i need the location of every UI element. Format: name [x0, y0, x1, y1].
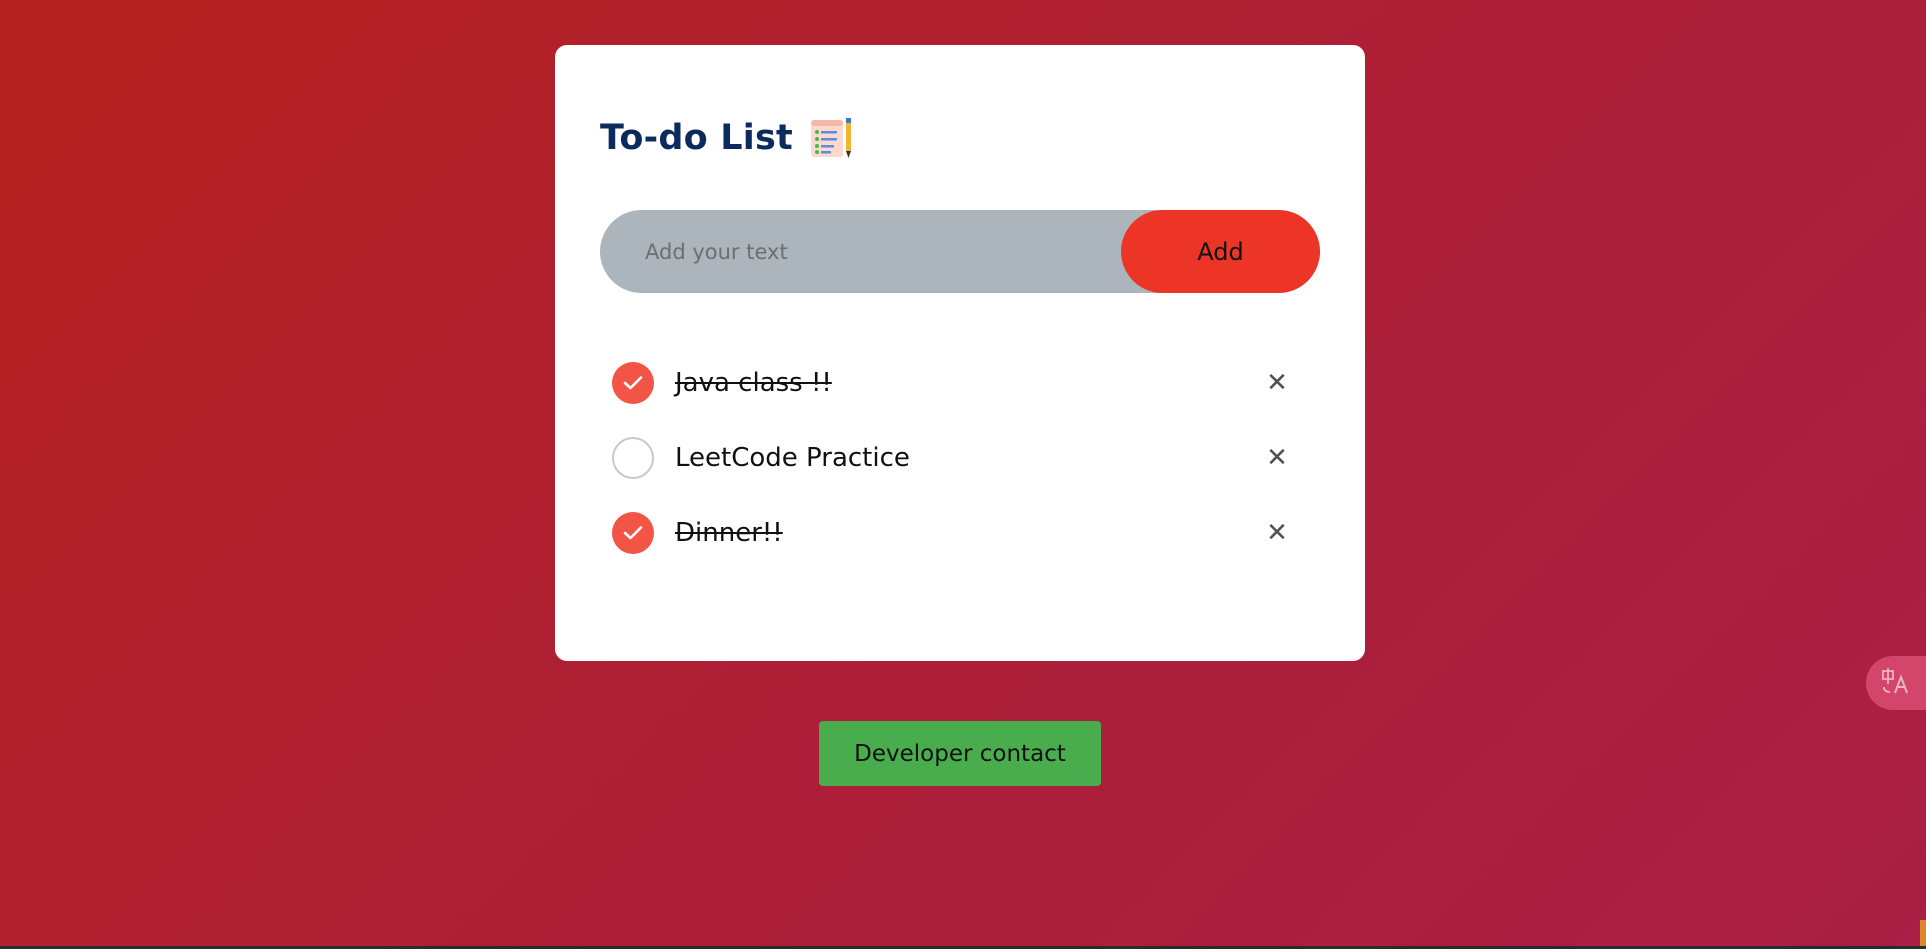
developer-contact-button[interactable]: Developer contact [819, 721, 1101, 786]
translate-icon [1882, 667, 1912, 700]
notepad-checklist-icon [809, 117, 855, 159]
todo-text-input[interactable] [600, 210, 1120, 293]
todo-text: Dinner!! [675, 517, 783, 548]
check-icon[interactable] [612, 361, 654, 404]
unchecked-circle-icon[interactable] [612, 436, 654, 479]
close-icon[interactable]: ✕ [1262, 518, 1292, 548]
page-title: To-do List [600, 117, 855, 159]
add-todo-row: Add [600, 210, 1320, 293]
todo-item[interactable]: Dinner!! ✕ [612, 495, 1292, 570]
todo-item[interactable]: LeetCode Practice ✕ [612, 420, 1292, 495]
todo-text: LeetCode Practice [675, 442, 910, 473]
todo-list: Java class !! ✕ LeetCode Practice ✕ Dinn… [612, 345, 1292, 570]
todo-text: Java class !! [675, 367, 832, 398]
check-icon[interactable] [612, 511, 654, 554]
todo-card: To-do List Add your text Add Java class … [555, 45, 1365, 661]
close-icon[interactable]: ✕ [1262, 443, 1292, 473]
title-text: To-do List [600, 118, 793, 158]
edge-strip [1920, 920, 1926, 949]
translate-widget[interactable] [1866, 656, 1926, 710]
close-icon[interactable]: ✕ [1262, 368, 1292, 398]
add-button[interactable]: Add [1121, 210, 1320, 293]
todo-item[interactable]: Java class !! ✕ [612, 345, 1292, 420]
